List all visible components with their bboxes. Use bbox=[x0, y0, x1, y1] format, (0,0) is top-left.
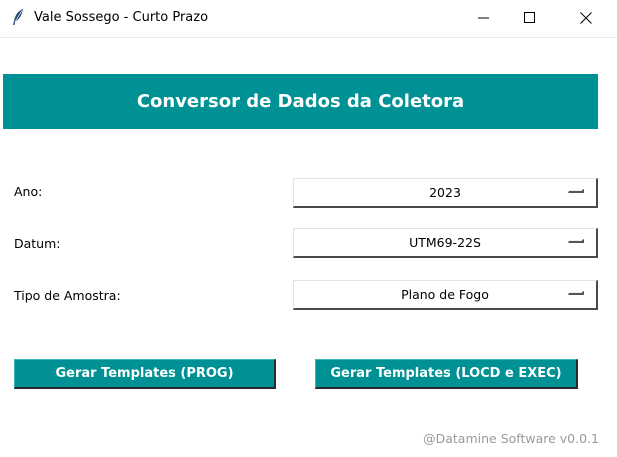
ano-value: 2023 bbox=[429, 185, 461, 200]
app-window: Vale Sossego - Curto Prazo Conversor de … bbox=[0, 0, 617, 457]
title-bar[interactable]: Vale Sossego - Curto Prazo bbox=[0, 0, 617, 38]
close-icon[interactable] bbox=[563, 0, 609, 36]
maximize-icon[interactable] bbox=[507, 0, 553, 36]
tipo-amostra-label: Tipo de Amostra: bbox=[14, 288, 121, 303]
datum-label: Datum: bbox=[14, 236, 61, 251]
page-title: Conversor de Dados da Coletora bbox=[136, 91, 465, 112]
minimize-icon[interactable] bbox=[461, 0, 507, 36]
dropdown-indicator-icon bbox=[568, 189, 584, 193]
ano-select[interactable]: 2023 bbox=[293, 178, 598, 208]
gerar-templates-prog-button[interactable]: Gerar Templates (PROG) bbox=[14, 359, 276, 389]
ano-label: Ano: bbox=[14, 184, 43, 199]
tipo-amostra-select[interactable]: Plano de Fogo bbox=[293, 280, 598, 310]
datum-value: UTM69-22S bbox=[409, 235, 481, 250]
dropdown-indicator-icon bbox=[568, 239, 584, 243]
datum-select[interactable]: UTM69-22S bbox=[293, 228, 598, 258]
version-footer: @Datamine Software v0.0.1 bbox=[423, 431, 599, 446]
dropdown-indicator-icon bbox=[568, 291, 584, 295]
gerar-templates-locd-exec-button[interactable]: Gerar Templates (LOCD e EXEC) bbox=[315, 359, 578, 389]
feather-icon bbox=[10, 8, 26, 26]
header-banner: Conversor de Dados da Coletora bbox=[3, 74, 598, 129]
window-title: Vale Sossego - Curto Prazo bbox=[34, 10, 209, 25]
tipo-amostra-value: Plano de Fogo bbox=[401, 287, 489, 302]
